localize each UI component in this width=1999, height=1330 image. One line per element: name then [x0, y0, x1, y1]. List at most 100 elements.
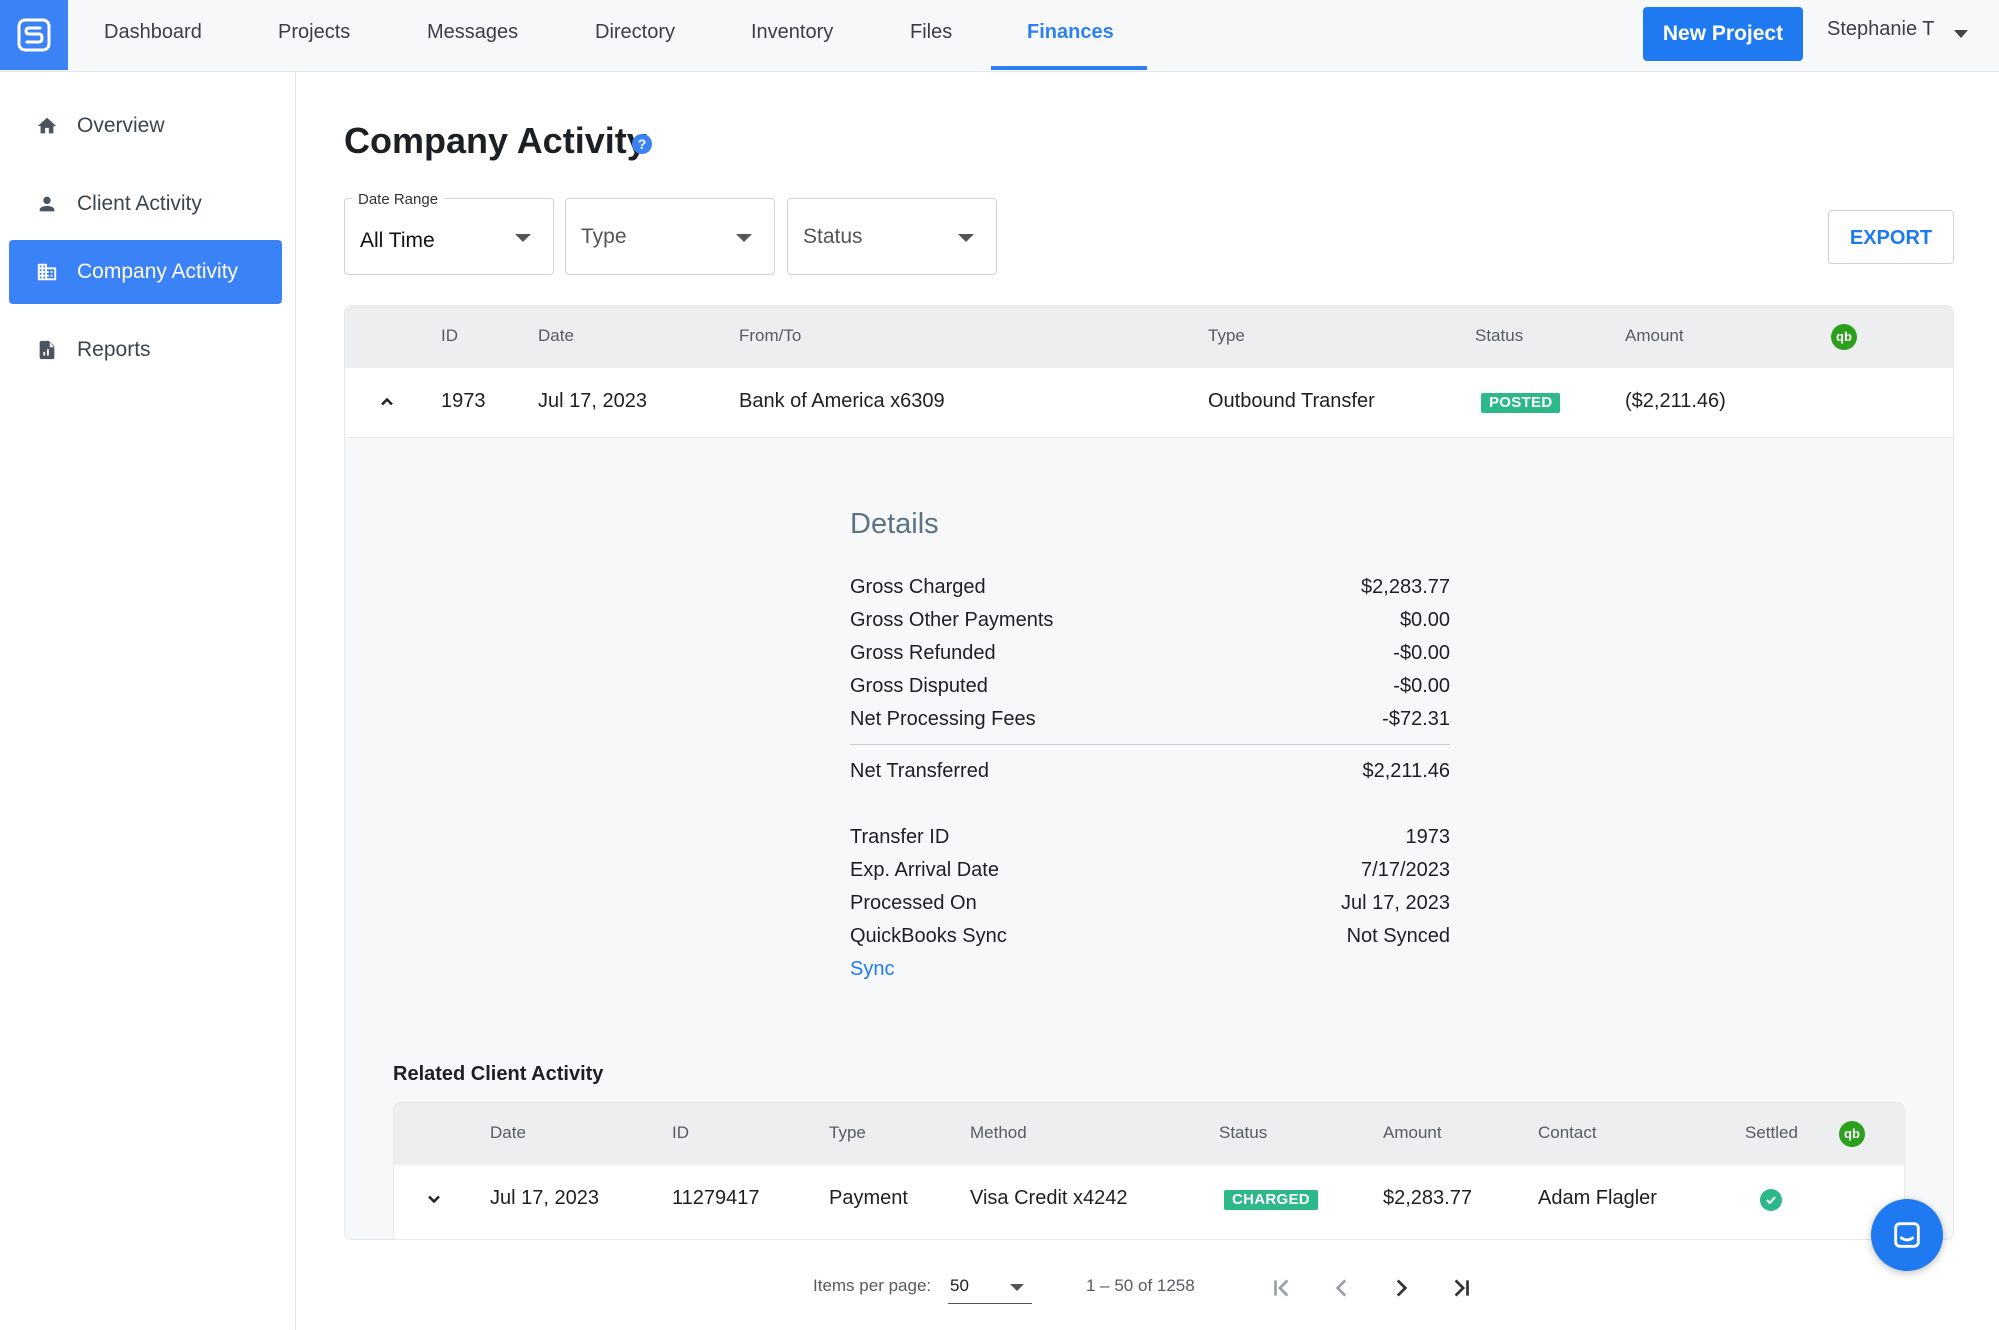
- detail-label: Gross Refunded: [850, 642, 996, 664]
- column-header-contact[interactable]: Contact: [1538, 1123, 1597, 1143]
- sidebar-item-label: Company Activity: [77, 260, 239, 283]
- new-project-button[interactable]: New Project: [1643, 7, 1803, 61]
- sidebar-item-label: Reports: [77, 338, 151, 361]
- related-activity-table: Date ID Type Method Status Amount Contac…: [393, 1102, 1905, 1239]
- detail-label: Net Transferred: [850, 760, 989, 782]
- building-icon: [33, 258, 61, 286]
- chevron-up-icon[interactable]: [377, 392, 397, 417]
- last-page-icon[interactable]: [1441, 1270, 1481, 1306]
- detail-label: Transfer ID: [850, 826, 950, 848]
- chevron-down-icon[interactable]: [424, 1189, 444, 1214]
- app-logo[interactable]: [0, 0, 68, 70]
- detail-value: 1973: [1405, 826, 1451, 848]
- details-divider: [850, 744, 1450, 745]
- column-header-status[interactable]: Status: [1219, 1123, 1267, 1143]
- caret-down-icon: [1010, 1284, 1024, 1291]
- export-button[interactable]: EXPORT: [1828, 210, 1954, 264]
- column-header-amount[interactable]: Amount: [1383, 1123, 1442, 1143]
- type-select[interactable]: Type: [565, 198, 775, 275]
- detail-value: $2,283.77: [1361, 576, 1450, 598]
- row-amount: ($2,211.46): [1625, 390, 1726, 412]
- details-title: Details: [850, 508, 939, 540]
- top-navbar: Dashboard Projects Messages Directory In…: [0, 0, 1999, 72]
- chat-icon: [1894, 1222, 1920, 1248]
- chevron-down-icon[interactable]: [1954, 30, 1968, 38]
- detail-value: Not Synced: [1346, 925, 1450, 947]
- detail-label: Net Processing Fees: [850, 708, 1036, 730]
- sidebar-item-client-activity[interactable]: Client Activity: [9, 172, 282, 236]
- detail-value: $2,211.46: [1362, 760, 1451, 782]
- items-per-page-value: 50: [950, 1276, 969, 1295]
- quickbooks-icon: qb: [1839, 1121, 1865, 1147]
- caret-down-icon: [958, 234, 974, 242]
- detail-label: Exp. Arrival Date: [850, 859, 999, 881]
- settled-check-icon: [1760, 1189, 1782, 1211]
- previous-page-icon[interactable]: [1322, 1270, 1362, 1306]
- related-row-date: Jul 17, 2023: [490, 1187, 599, 1209]
- row-date: Jul 17, 2023: [538, 390, 647, 412]
- items-per-page-label: Items per page:: [813, 1276, 932, 1295]
- related-row-amount: $2,283.77: [1383, 1187, 1472, 1209]
- related-activity-title: Related Client Activity: [393, 1063, 604, 1085]
- page-title: Company Activity: [344, 120, 647, 161]
- date-range-label: Date Range: [352, 191, 445, 208]
- related-table-header: Date ID Type Method Status Amount Contac…: [394, 1103, 1904, 1165]
- related-row-contact: Adam Flagler: [1538, 1187, 1657, 1209]
- nav-files[interactable]: Files: [910, 0, 952, 72]
- caret-down-icon: [515, 234, 531, 242]
- column-header-id[interactable]: ID: [672, 1123, 689, 1143]
- column-header-method[interactable]: Method: [970, 1123, 1027, 1143]
- sidebar-item-reports[interactable]: Reports: [9, 318, 282, 382]
- detail-value: 7/17/2023: [1361, 859, 1450, 881]
- sidebar: Overview Client Activity Company Activit…: [0, 72, 296, 1330]
- related-table-row[interactable]: Jul 17, 2023 11279417 Payment Visa Credi…: [394, 1165, 1904, 1235]
- table-row[interactable]: 1973 Jul 17, 2023 Bank of America x6309 …: [345, 368, 1953, 438]
- pagination-range: 1 – 50 of 1258: [1086, 1276, 1195, 1295]
- sync-link[interactable]: Sync: [850, 958, 894, 981]
- sidebar-item-company-activity[interactable]: Company Activity: [9, 240, 282, 304]
- type-placeholder: Type: [581, 225, 627, 248]
- detail-value: Jul 17, 2023: [1341, 892, 1450, 914]
- sidebar-item-label: Overview: [77, 114, 165, 137]
- status-select[interactable]: Status: [787, 198, 997, 275]
- nav-directory[interactable]: Directory: [595, 0, 675, 72]
- detail-label: Processed On: [850, 892, 977, 914]
- column-header-type[interactable]: Type: [829, 1123, 866, 1143]
- detail-value: $0.00: [1399, 609, 1450, 631]
- date-range-value: All Time: [360, 229, 435, 252]
- detail-label: Gross Charged: [850, 576, 986, 598]
- nav-dashboard[interactable]: Dashboard: [104, 0, 202, 72]
- activity-table: ID Date From/To Type Status Amount qb 19…: [344, 305, 1954, 1240]
- items-per-page-select[interactable]: 50: [948, 1270, 1032, 1304]
- nav-messages[interactable]: Messages: [427, 0, 518, 72]
- detail-value: -$72.31: [1382, 708, 1450, 730]
- first-page-icon[interactable]: [1262, 1270, 1302, 1306]
- column-header-settled[interactable]: Settled: [1745, 1123, 1798, 1143]
- next-page-icon[interactable]: [1381, 1270, 1421, 1306]
- nav-finances[interactable]: Finances: [1027, 0, 1114, 72]
- column-header-date[interactable]: Date: [538, 326, 574, 346]
- table-header: ID Date From/To Type Status Amount qb: [345, 306, 1953, 368]
- nav-inventory[interactable]: Inventory: [751, 0, 833, 72]
- logo-icon: [17, 18, 51, 52]
- status-badge: POSTED: [1481, 393, 1561, 413]
- report-icon: [33, 336, 61, 364]
- date-range-select[interactable]: All Time: [344, 198, 554, 275]
- sidebar-item-overview[interactable]: Overview: [9, 94, 282, 158]
- help-icon[interactable]: ?: [632, 134, 652, 154]
- related-row-type: Payment: [829, 1187, 908, 1209]
- row-id: 1973: [441, 390, 486, 412]
- column-header-status[interactable]: Status: [1475, 326, 1523, 346]
- column-header-amount[interactable]: Amount: [1625, 326, 1684, 346]
- column-header-from-to[interactable]: From/To: [739, 326, 801, 346]
- related-row-id: 11279417: [672, 1187, 760, 1209]
- row-type: Outbound Transfer: [1208, 390, 1375, 412]
- nav-projects[interactable]: Projects: [278, 0, 350, 72]
- status-placeholder: Status: [803, 225, 863, 248]
- chat-button[interactable]: [1871, 1199, 1943, 1271]
- person-icon: [33, 190, 61, 218]
- column-header-id[interactable]: ID: [441, 326, 458, 346]
- column-header-date[interactable]: Date: [490, 1123, 526, 1143]
- column-header-type[interactable]: Type: [1208, 326, 1245, 346]
- user-menu[interactable]: Stephanie T: [1827, 18, 1935, 41]
